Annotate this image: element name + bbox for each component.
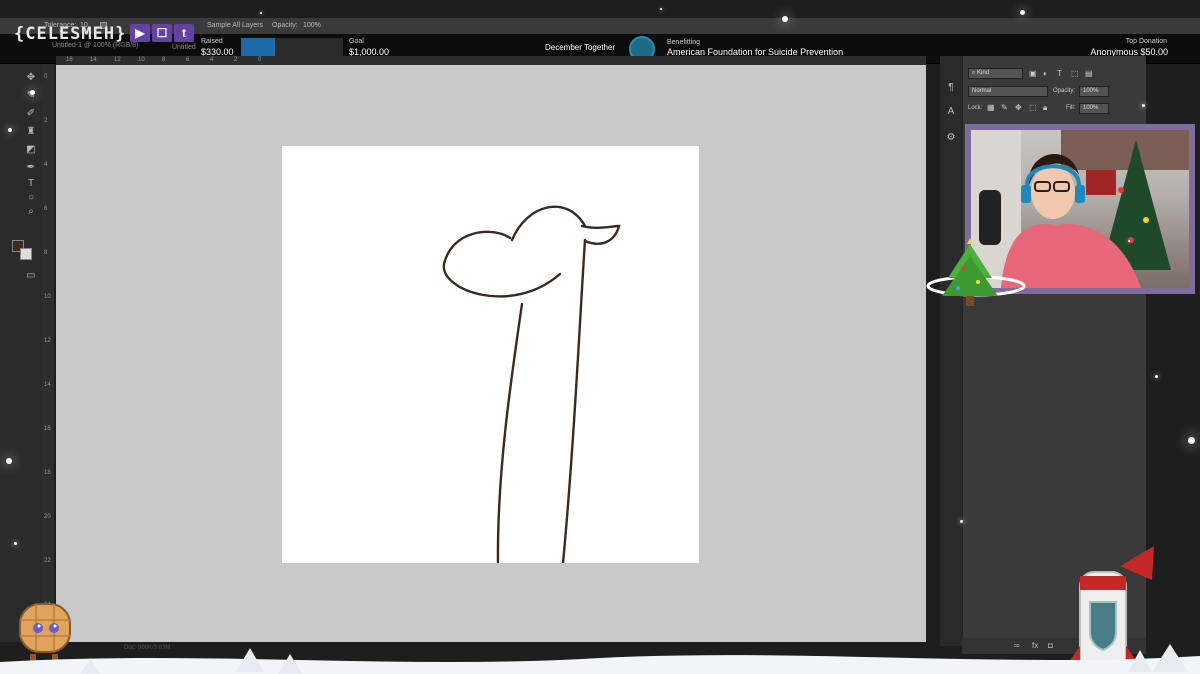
stamp-tool-icon[interactable]: ♜	[25, 126, 37, 138]
lock-paint-icon[interactable]: ✎	[1001, 104, 1009, 112]
event-title: December Together	[545, 43, 616, 52]
move-tool-icon[interactable]: ✥	[25, 72, 37, 84]
fill-label: Fill:	[1066, 105, 1076, 111]
snowflake	[8, 128, 12, 132]
snowflake	[6, 458, 12, 464]
sketch-skull-stroke	[510, 205, 587, 242]
filter-type-icon[interactable]: T	[1057, 70, 1065, 78]
left-ruler-tick: 10	[44, 294, 51, 300]
snowflake	[1155, 375, 1158, 378]
snowflake	[1020, 10, 1025, 15]
snowflake	[14, 542, 17, 545]
left-ruler: 024681012141618202224	[42, 64, 54, 642]
panel-icon-strip: ¶ A ⚙	[940, 56, 962, 646]
character-icon[interactable]: A	[945, 106, 957, 118]
snowflake	[1188, 437, 1195, 444]
snowflake	[30, 90, 35, 95]
zoom-tool-icon[interactable]: ⌕	[25, 206, 37, 218]
twitch-icon: ☐	[152, 24, 172, 42]
layer-opacity-field[interactable]: 100%	[1079, 86, 1109, 97]
snowflake	[260, 12, 262, 14]
sketch-head-stroke	[442, 230, 562, 298]
brush-tool-icon[interactable]: ✐	[25, 108, 37, 120]
snowflake	[1128, 240, 1130, 242]
left-ruler-tick: 6	[44, 206, 48, 212]
snow-ground	[0, 644, 1200, 674]
tools-panel: ✥ ✎ ✐ ♜ ◩ ✒ T ○ ⌕ ▭	[0, 64, 42, 642]
properties-icon[interactable]: ⚙	[945, 132, 957, 144]
top-ruler-tick: 16	[66, 57, 73, 63]
eraser-tool-icon[interactable]: ◩	[25, 144, 37, 156]
snowflake	[660, 8, 662, 10]
top-ruler-tick: 12	[114, 57, 121, 63]
lock-artboard-icon[interactable]: ⬚	[1029, 104, 1037, 112]
left-ruler-tick: 18	[44, 470, 51, 476]
filter-smart-object-icon[interactable]: ▤	[1085, 70, 1093, 78]
opacity-value[interactable]: 100%	[303, 22, 321, 29]
left-ruler-tick: 16	[44, 426, 51, 432]
benefitting-label: Benefitting	[667, 39, 701, 46]
layer-kind-filter[interactable]: ⌕ Kind	[968, 68, 1023, 79]
snowflake	[60, 30, 62, 32]
youtube-icon: ▶	[130, 24, 150, 42]
top-ruler-tick: 10	[138, 57, 145, 63]
left-ruler-tick: 12	[44, 338, 51, 344]
donation-progress-bar	[241, 38, 343, 58]
sketch-neck-back-stroke	[561, 238, 587, 565]
top-ruler-tick: 0	[258, 57, 262, 63]
left-ruler-tick: 2	[44, 118, 48, 124]
left-ruler-tick: 4	[44, 162, 48, 168]
lock-position-icon[interactable]: ✥	[1015, 104, 1023, 112]
background-color-swatch[interactable]	[20, 248, 32, 260]
top-ruler-tick: 8	[162, 57, 166, 63]
giraffe-sketch	[442, 205, 621, 565]
left-ruler-tick: 8	[44, 250, 48, 256]
fill-field[interactable]: 100%	[1079, 103, 1109, 114]
left-ruler-tick: 14	[44, 382, 51, 388]
lock-transparent-icon[interactable]: ▦	[987, 104, 995, 112]
screen-mode-icon[interactable]: ▭	[25, 270, 37, 282]
top-ruler: 16 14 12 10 8 6 4 2 0	[56, 56, 926, 65]
opacity-label: Opacity:	[272, 22, 298, 29]
snowflake	[782, 16, 788, 22]
pen-tool-icon[interactable]: ✒	[25, 162, 37, 174]
lock-all-icon[interactable]: 🔒︎	[1043, 104, 1051, 112]
filter-adjustment-icon[interactable]: ◐	[1043, 70, 1051, 78]
filter-pixel-icon[interactable]: ▣	[1029, 70, 1037, 78]
raised-label: Raised	[201, 38, 223, 45]
channel-logo: {CELESMEH}	[14, 24, 127, 44]
document-short-title: Untitled	[172, 44, 196, 51]
top-donation-label: Top Donation	[1125, 38, 1167, 45]
snowflake	[1142, 104, 1145, 107]
left-ruler-tick: 22	[44, 558, 51, 564]
christmas-tree-decoration	[926, 238, 1026, 306]
lock-label: Lock:	[968, 105, 983, 111]
top-ruler-tick: 14	[90, 57, 97, 63]
layer-opacity-label: Opacity:	[1053, 88, 1076, 94]
tumblr-icon: t	[174, 24, 194, 42]
paragraph-icon[interactable]: ¶	[945, 82, 957, 94]
top-ruler-tick: 4	[210, 57, 214, 63]
goal-label: Goal	[349, 38, 364, 45]
snowflake	[960, 520, 963, 523]
shape-tool-icon[interactable]: ○	[25, 192, 37, 204]
donation-progress-fill	[241, 38, 275, 58]
document-canvas[interactable]	[282, 146, 699, 565]
type-tool-icon[interactable]: T	[25, 178, 37, 190]
left-ruler-tick: 0	[44, 74, 48, 80]
sketch-ear-stroke	[580, 224, 621, 245]
top-ruler-tick: 6	[186, 57, 190, 63]
blend-mode-select[interactable]: Normal	[968, 86, 1048, 97]
left-ruler-tick: 20	[44, 514, 51, 520]
sketch-neck-front-stroke	[496, 302, 524, 565]
top-ruler-tick: 2	[234, 57, 238, 63]
sample-all-layers-label[interactable]: Sample All Layers	[207, 22, 263, 29]
filter-shape-icon[interactable]: ⬚	[1071, 70, 1079, 78]
